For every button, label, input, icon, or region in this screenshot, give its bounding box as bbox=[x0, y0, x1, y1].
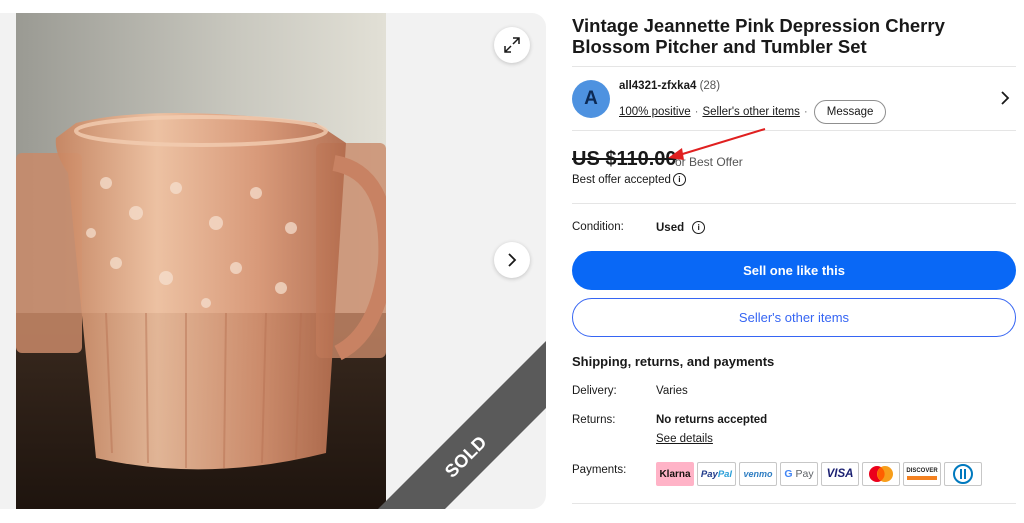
seller-name[interactable]: all4321-zfxka4 (28) bbox=[619, 80, 720, 92]
paypal-icon: Pay Pal bbox=[697, 462, 736, 486]
gpay-pay-text: Pay bbox=[795, 468, 814, 480]
mastercard-circles bbox=[869, 466, 893, 482]
expand-icon bbox=[504, 37, 520, 53]
best-offer-accepted-label: Best offer accepted bbox=[572, 173, 671, 186]
sell-one-like-this-button[interactable]: Sell one like this bbox=[572, 251, 1016, 290]
visa-icon: VISA bbox=[821, 462, 859, 486]
see-details-link[interactable]: See details bbox=[656, 433, 713, 445]
discover-icon: DISCOVER bbox=[903, 462, 941, 486]
seller-other-items-button[interactable]: Seller's other items bbox=[572, 298, 1016, 337]
info-icon[interactable]: i bbox=[692, 221, 706, 234]
returns-value: No returns accepted bbox=[656, 414, 768, 426]
venmo-icon: venmo bbox=[739, 462, 777, 486]
google-pay-icon: G Pay bbox=[780, 462, 818, 486]
condition-text: Used bbox=[656, 221, 685, 234]
positive-feedback-link[interactable]: 100% positive bbox=[619, 106, 691, 118]
avatar[interactable]: A bbox=[572, 80, 610, 118]
klarna-icon: Klarna bbox=[656, 462, 694, 486]
discover-stripe bbox=[907, 476, 937, 480]
diners-club-logo bbox=[953, 464, 973, 484]
divider bbox=[572, 503, 1016, 504]
condition-label: Condition: bbox=[572, 221, 624, 233]
paypal-pay-text: Pay bbox=[700, 468, 718, 480]
seller-other-items-link[interactable]: Seller's other items bbox=[702, 106, 799, 118]
gpay-g-text: G bbox=[784, 468, 793, 480]
divider bbox=[572, 66, 1016, 67]
delivery-value: Varies bbox=[656, 385, 688, 397]
returns-label: Returns: bbox=[572, 414, 616, 426]
separator-dot: · bbox=[803, 106, 808, 118]
chevron-right-icon bbox=[508, 253, 517, 267]
paypal-pal-text: Pal bbox=[717, 468, 733, 480]
delivery-label: Delivery: bbox=[572, 385, 617, 397]
price: US $110.00 bbox=[572, 148, 677, 170]
listing-title: Vintage Jeannette Pink Depression Cherry… bbox=[572, 15, 945, 57]
sold-label: SOLD bbox=[441, 432, 491, 482]
separator-dot: · bbox=[694, 106, 699, 118]
shipping-heading: Shipping, returns, and payments bbox=[572, 354, 775, 369]
seller-username[interactable]: all4321-zfxka4 bbox=[619, 80, 696, 92]
payment-methods: Klarna Pay Pal venmo G Pay VISA DISCOVER bbox=[656, 462, 982, 486]
divider bbox=[572, 130, 1016, 131]
best-offer-accepted: Best offer accepted i bbox=[572, 173, 686, 186]
seller-feedback-count: (28) bbox=[699, 80, 721, 92]
mastercard-icon bbox=[862, 462, 900, 486]
payments-label: Payments: bbox=[572, 464, 627, 476]
listing-photo[interactable] bbox=[16, 13, 386, 509]
chevron-right-icon[interactable] bbox=[999, 90, 1011, 106]
image-gallery: SOLD bbox=[0, 13, 546, 509]
condition-value: Used i bbox=[656, 221, 706, 234]
expand-button[interactable] bbox=[494, 27, 530, 63]
seller-card[interactable]: A all4321-zfxka4 (28) 100% positive · Se… bbox=[572, 74, 1018, 124]
seller-links: 100% positive · Seller's other items · M… bbox=[619, 100, 887, 124]
message-button[interactable]: Message bbox=[813, 100, 887, 124]
divider bbox=[572, 203, 1016, 204]
pitcher-photo bbox=[16, 13, 386, 509]
next-image-button[interactable] bbox=[494, 242, 530, 278]
diners-club-icon bbox=[944, 462, 982, 486]
info-icon[interactable]: i bbox=[672, 173, 686, 186]
best-offer-tag: or Best Offer bbox=[675, 155, 743, 169]
